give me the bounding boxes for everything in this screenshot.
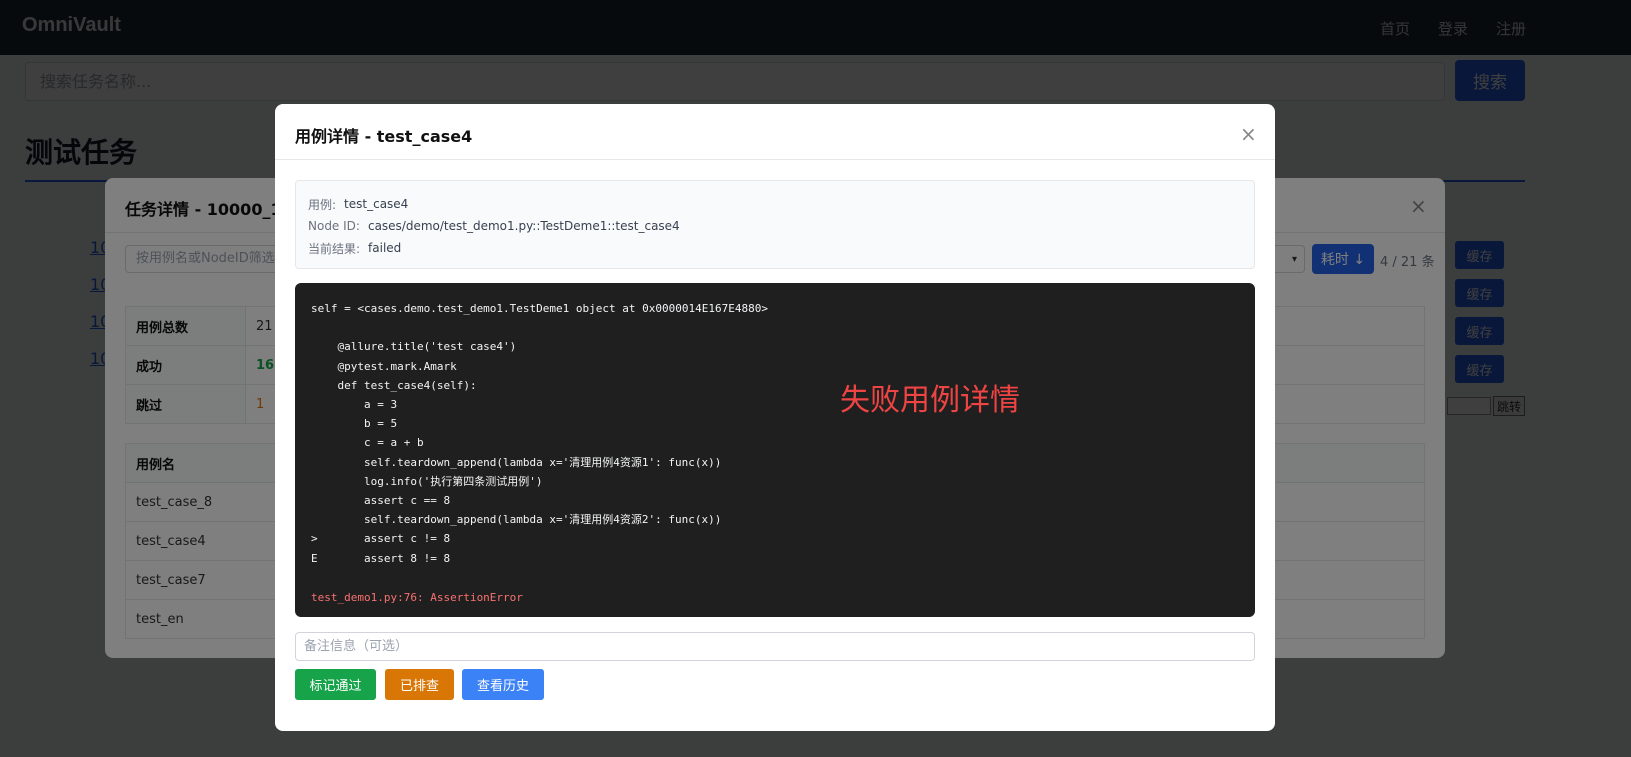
- info-value: test_case4: [344, 197, 409, 211]
- info-value: cases/demo/test_demo1.py::TestDeme1::tes…: [367, 219, 680, 233]
- code-block: self = <cases.demo.test_demo1.TestDeme1 …: [311, 299, 1239, 587]
- checked-button[interactable]: 已排查: [385, 669, 454, 700]
- info-key: Node ID:: [308, 219, 360, 233]
- case-info-box: 用例: test_case4 Node ID: cases/demo/test_…: [295, 180, 1255, 269]
- error-traceback: self = <cases.demo.test_demo1.TestDeme1 …: [295, 283, 1255, 617]
- info-line-case: 用例: test_case4: [308, 193, 1242, 215]
- close-icon[interactable]: ×: [1240, 122, 1257, 146]
- code-line: self.teardown_append(lambda x='清理用例4资源1'…: [311, 455, 722, 469]
- code-line: self = <cases.demo.test_demo1.TestDeme1 …: [311, 302, 768, 315]
- error-line: test_demo1.py:76: AssertionError: [311, 591, 523, 605]
- code-line: E assert 8 != 8: [311, 551, 451, 565]
- case-modal-header: 用例详情 - test_case4 ×: [275, 104, 1275, 160]
- info-key: 用例:: [308, 197, 337, 212]
- code-line: @pytest.mark.Amark: [311, 359, 457, 373]
- code-line: log.info('执行第四条测试用例'): [311, 474, 543, 488]
- info-line-result: 当前结果: failed: [308, 237, 1242, 259]
- code-line: c = a + b: [311, 436, 424, 450]
- mark-pass-button[interactable]: 标记通过: [295, 669, 376, 700]
- code-line: > assert c != 8: [311, 532, 451, 546]
- info-key: 当前结果:: [308, 241, 361, 256]
- code-line: def test_case4(self):: [311, 378, 477, 392]
- case-detail-modal: 用例详情 - test_case4 × 用例: test_case4 Node …: [275, 104, 1275, 731]
- code-line: a = 3: [311, 398, 398, 412]
- note-input[interactable]: 备注信息（可选）: [295, 632, 1255, 661]
- case-modal-title: 用例详情 - test_case4: [295, 127, 473, 146]
- code-line: assert c == 8: [311, 494, 451, 508]
- code-line: b = 5: [311, 417, 398, 431]
- info-line-node: Node ID: cases/demo/test_demo1.py::TestD…: [308, 215, 1242, 237]
- code-line: self.teardown_append(lambda x='清理用例4资源2'…: [311, 513, 722, 527]
- view-history-button[interactable]: 查看历史: [462, 669, 544, 700]
- info-value: failed: [368, 241, 402, 255]
- code-spacer: [311, 568, 1239, 587]
- code-line: @allure.title('test case4'): [311, 340, 517, 354]
- annotation-label: 失败用例详情: [840, 383, 1020, 418]
